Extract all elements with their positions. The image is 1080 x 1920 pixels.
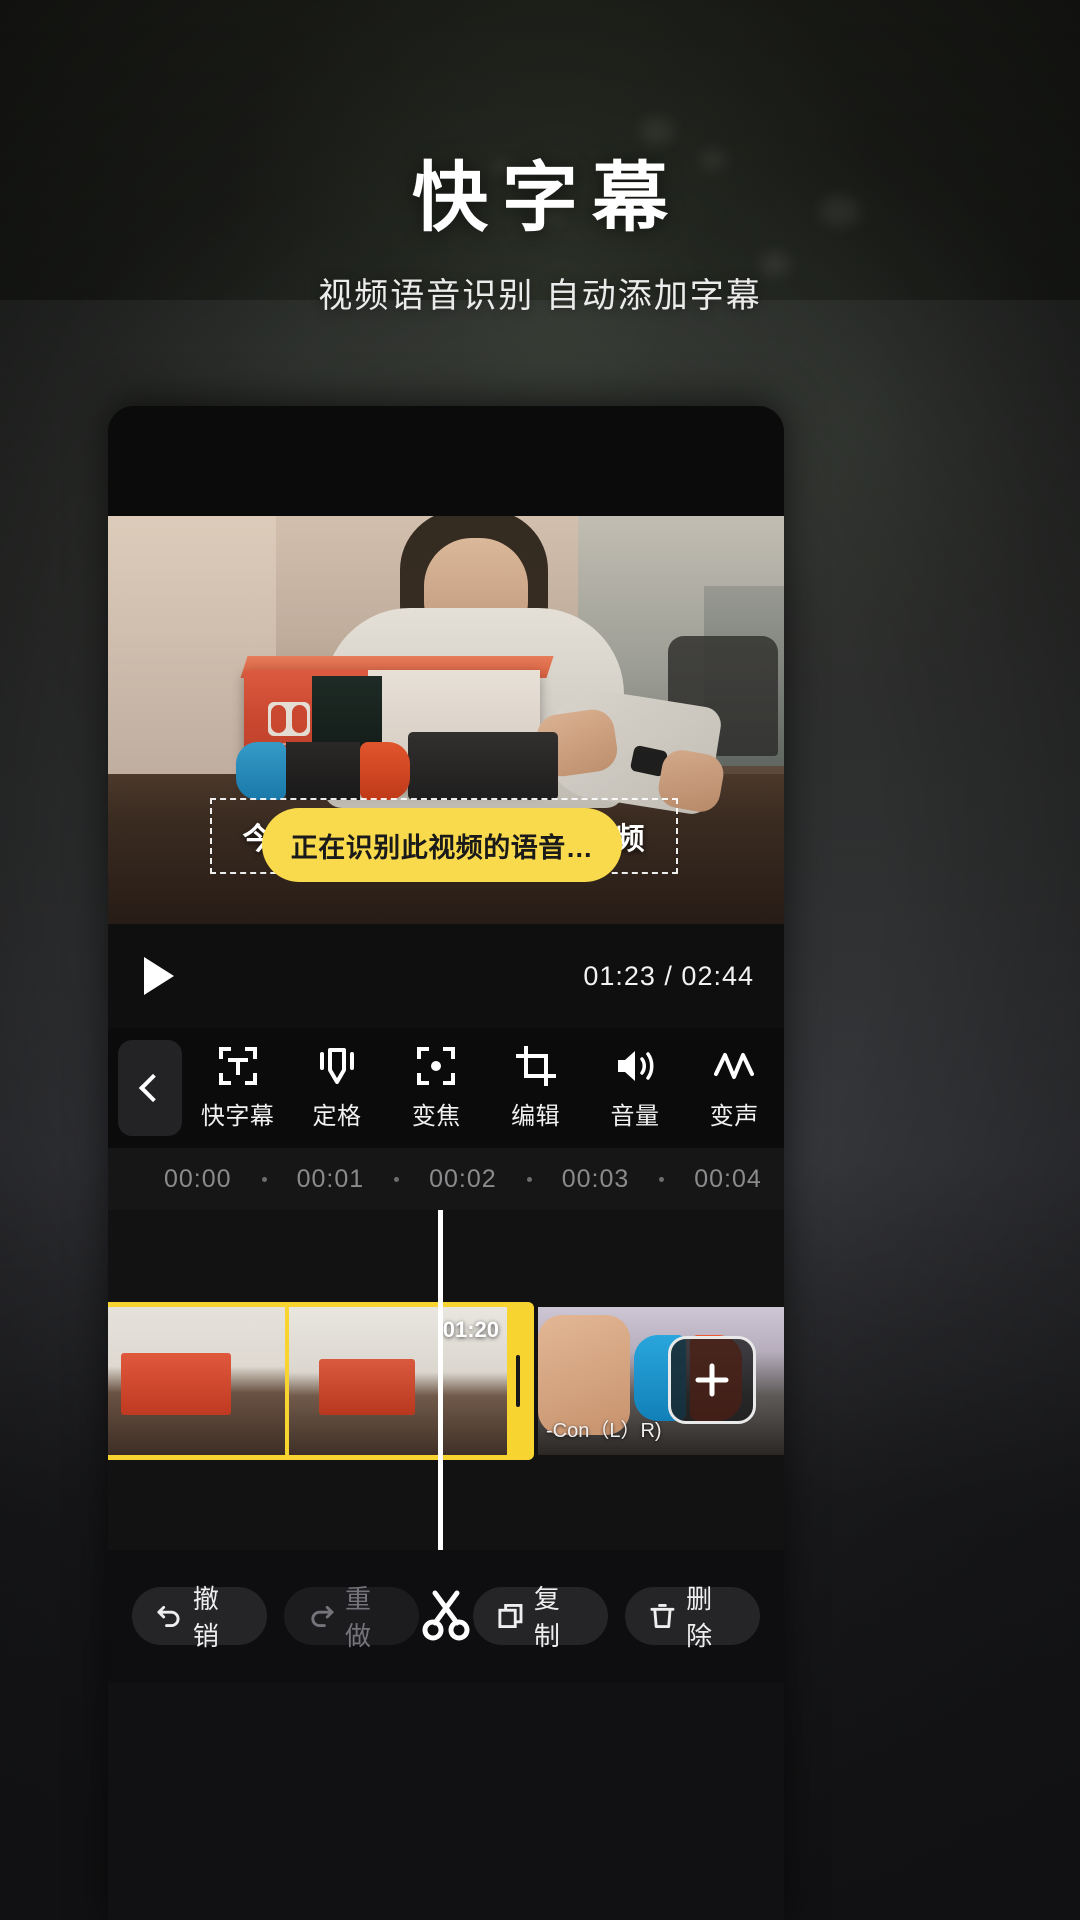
redo-button[interactable]: 重做	[284, 1584, 419, 1651]
clip-caption-left: -Con（L）R)	[546, 1420, 662, 1442]
phone-mockup: NINTENDOSWITCH 今天为大家带来一个开箱视频 正在识别此视频的语音……	[108, 406, 784, 1920]
freeze-frame-icon	[317, 1046, 357, 1086]
toolbar-item-label: 变焦	[411, 1102, 461, 1130]
toolbar-item-label: 快字幕	[200, 1102, 275, 1130]
redo-label: 重做	[345, 1584, 372, 1651]
ruler-minor-tick	[526, 1176, 532, 1182]
undo-label: 撤销	[192, 1584, 219, 1651]
copy-label: 复制	[533, 1584, 560, 1651]
delete-button[interactable]: 删除	[625, 1584, 760, 1651]
crop-edit-icon	[515, 1045, 556, 1086]
page-subtitle: 视频语音识别 自动添加字幕	[318, 277, 762, 315]
recognition-toast-text: 正在识别此视频的语音…	[290, 832, 594, 863]
split-button[interactable]	[419, 1587, 473, 1646]
ruler-minor-tick	[261, 1176, 267, 1182]
recognition-toast: 正在识别此视频的语音…	[262, 808, 622, 882]
ruler-tick: 00:03	[562, 1165, 630, 1194]
toolbar-item-zoom[interactable]: 变焦	[388, 1046, 484, 1131]
toolbar-item-label: 变声	[709, 1102, 759, 1130]
ruler-tick-label: 00:03	[561, 1164, 630, 1193]
copy-icon	[498, 1604, 523, 1628]
ruler-tick: 00:00	[164, 1165, 232, 1194]
ruler-tick: 00:01	[297, 1165, 365, 1194]
toolbar-item-volume[interactable]: 音量	[587, 1046, 683, 1131]
page-title: 快字幕	[412, 157, 682, 241]
chevron-left-icon	[138, 1073, 168, 1103]
toolbar-item-edit[interactable]: 编辑	[488, 1045, 584, 1131]
phone-status-area	[108, 406, 784, 516]
undo-button[interactable]: 撤销	[132, 1584, 267, 1651]
delete-label: 删除	[686, 1584, 713, 1651]
toolbar-item-label: 编辑	[511, 1102, 561, 1130]
ruler-tick-label: 00:04	[694, 1164, 762, 1193]
ruler-tick: 00:02	[429, 1165, 497, 1194]
auto-caption-icon	[218, 1046, 258, 1086]
clip-thumbnail	[108, 1307, 285, 1455]
trash-icon	[650, 1604, 675, 1628]
clip-duration-label: 01:20	[442, 1317, 499, 1342]
toolbar-item-freeze-frame[interactable]: 定格	[289, 1046, 385, 1131]
toolbar-item-label: 音量	[610, 1102, 660, 1130]
toolbar-item-label: 定格	[312, 1102, 362, 1130]
trim-handle-right[interactable]	[507, 1307, 529, 1455]
play-icon[interactable]	[144, 957, 174, 995]
scissors-icon	[422, 1590, 470, 1640]
ruler-tick: 00:04	[694, 1165, 762, 1194]
edit-toolbar: 快字幕 定格 变焦 编辑 音量 变声	[108, 1028, 784, 1148]
timecode-display: 01:23 / 02:44	[583, 960, 754, 991]
ruler-tick-label: 00:00	[164, 1164, 232, 1193]
action-bar: 撤销 重做 复制 删除	[108, 1550, 784, 1682]
ruler-tick-label: 00:01	[296, 1164, 365, 1193]
toolbar-items: 快字幕 定格 变焦 编辑 音量 变声	[188, 1045, 784, 1131]
ruler-minor-tick	[394, 1176, 400, 1182]
promo-page: 快字幕 视频语音识别 自动添加字幕 NINTENDOSWITCH	[0, 0, 1080, 1920]
plus-icon	[695, 1363, 729, 1397]
copy-button[interactable]: 复制	[473, 1584, 608, 1651]
redo-icon	[311, 1605, 334, 1628]
zoom-focus-icon	[416, 1046, 456, 1086]
ruler-minor-tick	[659, 1176, 665, 1182]
timeline-ruler: 00:00 00:01 00:02 00:03 00:04	[108, 1148, 784, 1210]
volume-icon	[615, 1046, 655, 1086]
toolbar-item-voice-change[interactable]: 变声	[686, 1046, 782, 1131]
transport-bar: 01:23 / 02:44	[108, 924, 784, 1028]
ruler-tick-label: 00:02	[429, 1164, 497, 1193]
timeline[interactable]: 01:20 -Con（L）R) L）R)	[108, 1210, 784, 1550]
voice-change-icon	[714, 1046, 755, 1086]
playhead[interactable]	[438, 1210, 443, 1550]
toolbar-back-button[interactable]	[118, 1040, 182, 1136]
add-clip-button[interactable]	[668, 1336, 756, 1424]
undo-icon	[157, 1605, 180, 1628]
timeline-clip-selected[interactable]: 01:20	[108, 1302, 534, 1460]
toolbar-item-auto-caption[interactable]: 快字幕	[190, 1046, 286, 1131]
